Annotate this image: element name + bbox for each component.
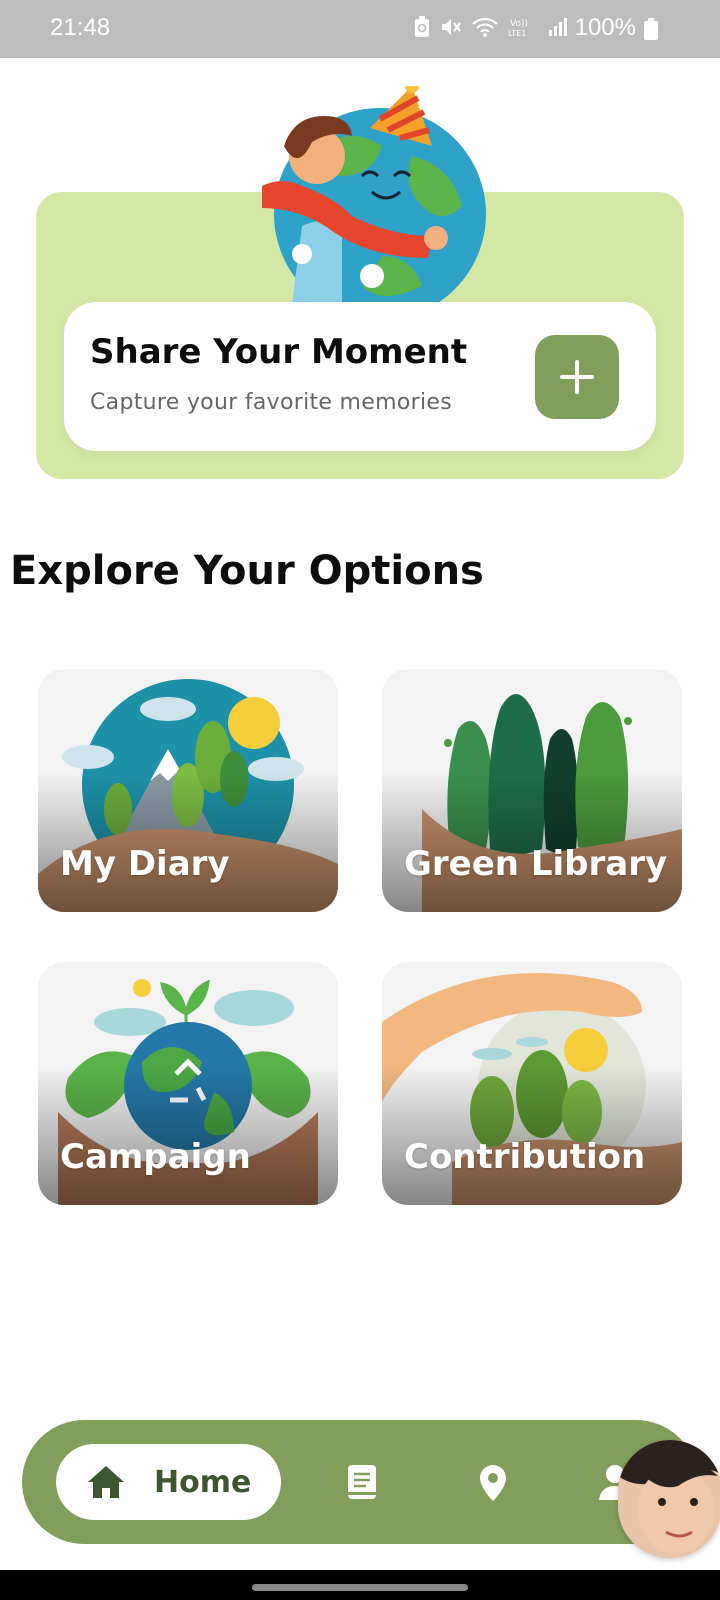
child-hugging-earth-illustration (262, 86, 486, 304)
home-gesture-bar[interactable] (252, 1584, 468, 1591)
option-card-green-library[interactable]: Green Library (382, 669, 682, 912)
location-pin-icon[interactable] (478, 1464, 508, 1502)
svg-text:Vo)): Vo)) (510, 19, 528, 29)
signal-icon (549, 18, 567, 36)
nav-home-label: Home (154, 1464, 252, 1500)
status-bar: 21:48 Vo)) LTE1 100% (0, 0, 720, 58)
bottom-navigation: Home (22, 1420, 698, 1544)
user-avatar[interactable] (618, 1440, 720, 1558)
svg-text:LTE1: LTE1 (508, 29, 526, 38)
option-label-campaign: Campaign (60, 1137, 251, 1177)
card-shade (382, 1065, 682, 1205)
nav-item-home[interactable]: Home (56, 1444, 281, 1520)
battery-saver-icon (415, 16, 429, 37)
share-moment-card[interactable]: Share Your Moment Capture your favorite … (64, 302, 656, 451)
volte-icon: Vo))LTE1 (508, 19, 528, 38)
plus-icon (560, 360, 594, 394)
home-icon (88, 1466, 124, 1498)
option-label-contribution: Contribution (404, 1137, 646, 1177)
avatar-photo (618, 1440, 720, 1558)
option-label-green-library: Green Library (404, 844, 668, 884)
wifi-icon (472, 17, 498, 37)
add-moment-button[interactable] (535, 335, 619, 419)
status-icons: Vo)) LTE1 (414, 16, 568, 38)
battery-percent: 100% (574, 14, 636, 41)
option-card-campaign[interactable]: Campaign (38, 962, 338, 1205)
status-time: 21:48 (50, 14, 111, 41)
battery-icon (644, 18, 658, 40)
card-shade (38, 772, 338, 912)
card-shade (382, 772, 682, 912)
explore-section-title: Explore Your Options (10, 548, 484, 594)
share-moment-title: Share Your Moment (90, 332, 468, 372)
option-card-my-diary[interactable]: My Diary (38, 669, 338, 912)
mute-icon (442, 19, 461, 35)
card-shade (38, 1065, 338, 1205)
option-label-my-diary: My Diary (60, 844, 230, 884)
book-icon[interactable] (346, 1464, 380, 1500)
option-card-contribution[interactable]: Contribution (382, 962, 682, 1205)
share-moment-subtitle: Capture your favorite memories (90, 390, 452, 415)
